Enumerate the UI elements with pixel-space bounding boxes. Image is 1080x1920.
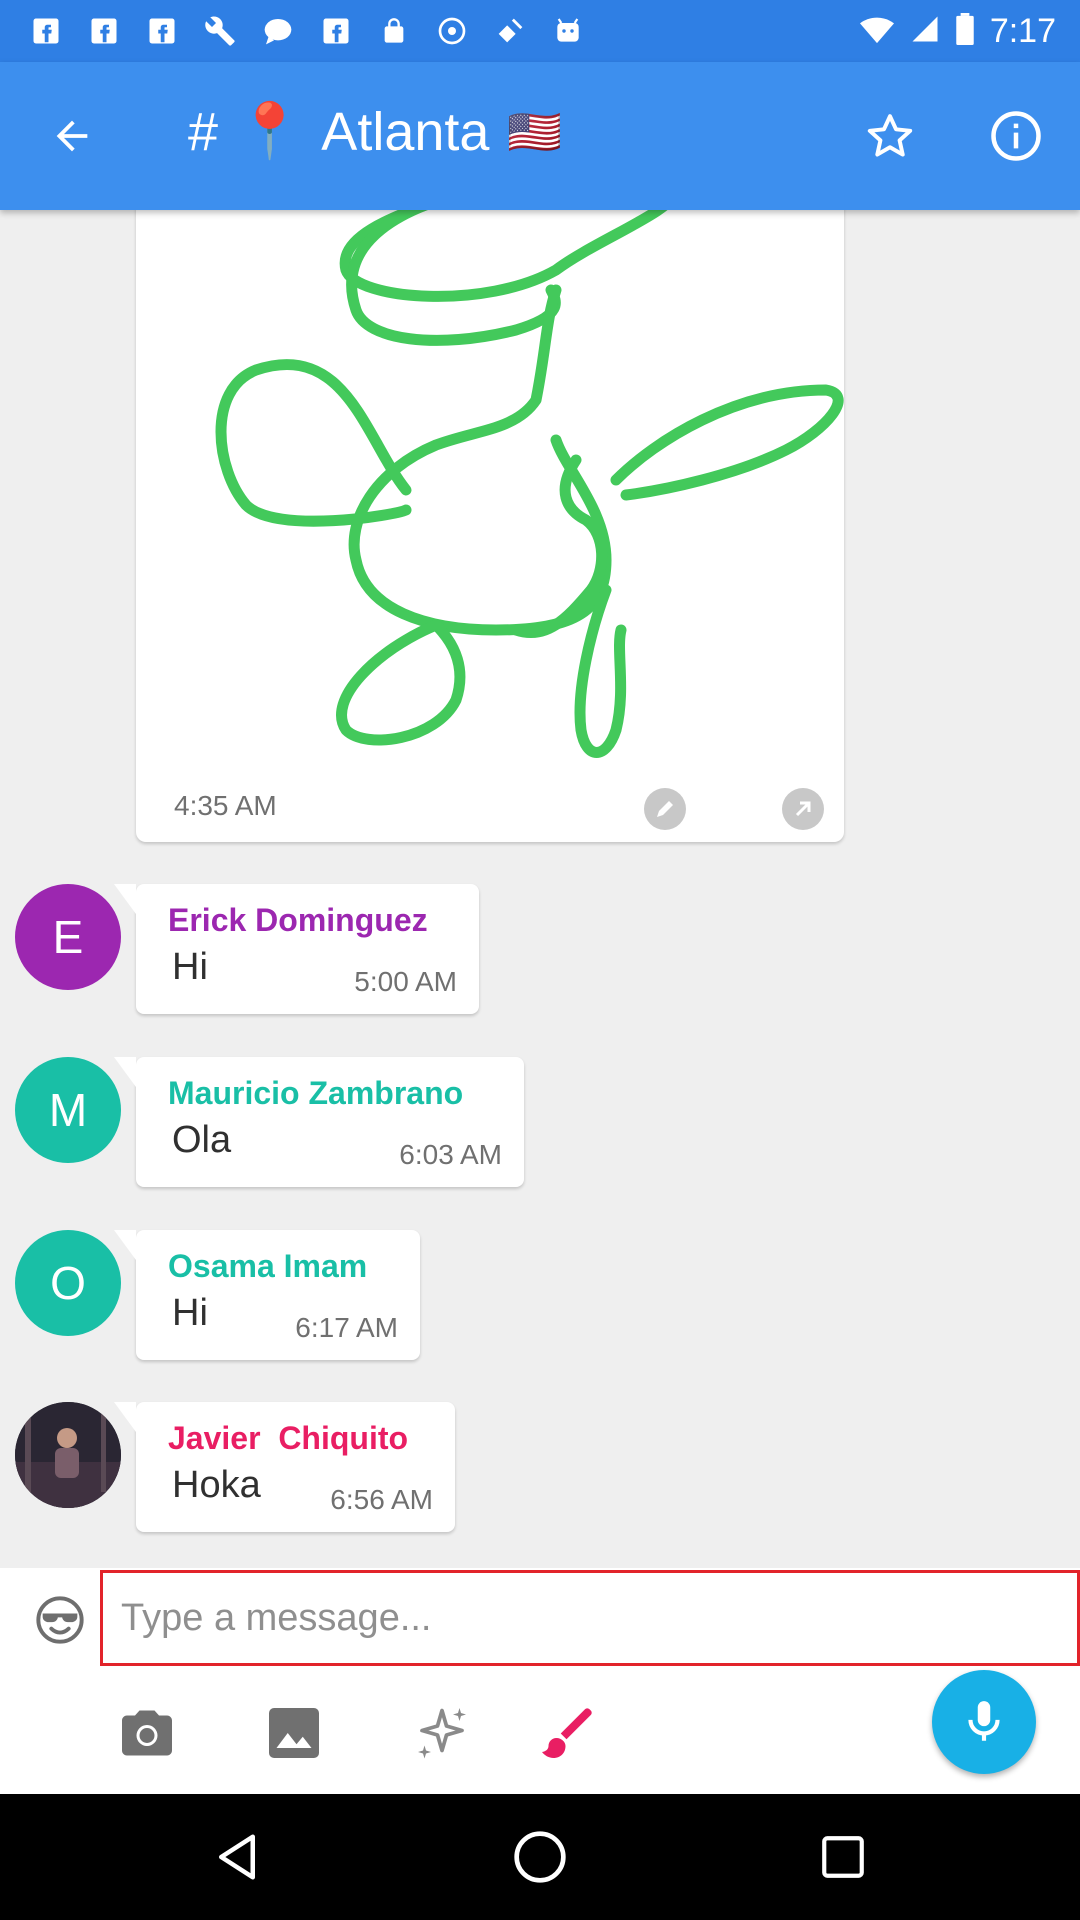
avatar-letter: M <box>48 1084 88 1136</box>
message-text: Hoka <box>172 1464 261 1506</box>
camera-icon <box>122 1710 172 1756</box>
back-button[interactable] <box>42 106 102 166</box>
wifi-icon <box>859 14 894 49</box>
fake-gps-icon <box>492 13 528 49</box>
facebook-icon <box>318 13 354 49</box>
arrow-up-right-icon <box>795 801 811 817</box>
sender-name: Erick Dominguez <box>168 902 428 938</box>
gallery-button[interactable] <box>262 1701 326 1765</box>
microphone-icon <box>968 1701 1000 1741</box>
avatar-letter: O <box>50 1257 86 1309</box>
draw-button[interactable] <box>535 1701 599 1765</box>
person-photo <box>15 1402 121 1508</box>
message-time: 6:03 AM <box>399 1139 502 1170</box>
lock-icon <box>376 13 412 49</box>
status-bar: 7:17 <box>0 0 1080 62</box>
arrow-back-icon <box>56 120 88 152</box>
wrench-icon <box>202 13 238 49</box>
camera-button[interactable] <box>115 1701 179 1765</box>
smiley-sunglasses-icon <box>36 1596 84 1644</box>
info-button[interactable] <box>986 106 1046 166</box>
pencil-icon <box>657 801 673 817</box>
message-bubble[interactable]: Javier Chiquito Hoka 6:56 AM <box>114 1402 455 1532</box>
triangle-back-icon <box>219 1834 255 1880</box>
message-bubble[interactable]: Mauricio Zambrano Ola 6:03 AM <box>114 1057 524 1187</box>
edit-drawing-button[interactable] <box>644 788 686 830</box>
circle-home-icon <box>514 1831 566 1883</box>
facebook-icon <box>28 13 64 49</box>
avatar-letter: E <box>52 911 84 963</box>
share-drawing-button[interactable] <box>782 788 824 830</box>
square-recents-icon <box>822 1836 864 1878</box>
message-time: 6:17 AM <box>295 1312 398 1343</box>
message-input[interactable] <box>100 1570 1080 1666</box>
message-time: 4:35 AM <box>174 790 277 821</box>
sender-name: Mauricio Zambrano <box>168 1075 464 1111</box>
message-time: 5:00 AM <box>354 966 457 997</box>
message-bubble[interactable]: Erick Dominguez Hi 5:00 AM <box>114 884 479 1014</box>
message-bubble[interactable]: Osama Imam Hi 6:17 AM <box>114 1230 420 1360</box>
nav-recents-button[interactable] <box>810 1824 876 1890</box>
channel-name: Atlanta <box>321 101 490 162</box>
emoji-button[interactable] <box>34 1594 86 1646</box>
notification-icons <box>0 13 860 49</box>
message-time: 6:56 AM <box>330 1484 433 1515</box>
signal-icon <box>910 14 940 49</box>
avatar[interactable]: E <box>15 884 121 990</box>
effects-button[interactable] <box>410 1701 474 1765</box>
chat-bubble-icon <box>260 13 296 49</box>
status-time: 7:17 <box>989 11 1056 50</box>
page-title: # 📍 Atlanta 🇺🇸 <box>188 100 562 163</box>
android-icon <box>550 13 586 49</box>
nav-home-button[interactable] <box>507 1824 573 1890</box>
avatar-photo[interactable] <box>15 1402 121 1508</box>
message-text: Ola <box>172 1119 232 1161</box>
favorite-button[interactable] <box>860 106 920 166</box>
drawing-message-card[interactable]: 4:35 AM <box>136 190 844 842</box>
nav-back-button[interactable] <box>204 1824 270 1890</box>
battery-icon <box>956 12 974 50</box>
flag-emoji: 🇺🇸 <box>507 107 563 157</box>
drawing-image <box>215 190 844 758</box>
sparkle-icon <box>418 1708 466 1759</box>
facebook-icon <box>86 13 122 49</box>
avatar[interactable]: M <box>15 1057 121 1163</box>
system-navigation-bar <box>0 1794 1080 1920</box>
sync-icon <box>434 13 470 49</box>
facebook-icon <box>144 13 180 49</box>
message-text: Hi <box>172 946 208 988</box>
message-text: Hi <box>172 1292 208 1334</box>
pin-emoji: 📍 <box>236 101 304 161</box>
star-outline-icon <box>867 114 913 157</box>
voice-record-button[interactable] <box>932 1670 1036 1774</box>
message-composer <box>0 1568 1080 1794</box>
image-icon <box>269 1708 319 1758</box>
brush-icon <box>542 1708 592 1758</box>
app-bar: # 📍 Atlanta 🇺🇸 <box>0 62 1080 210</box>
channel-hash: # <box>188 101 219 162</box>
avatar[interactable]: O <box>15 1230 121 1336</box>
sender-name: Javier Chiquito <box>168 1420 409 1456</box>
sender-name: Osama Imam <box>168 1248 368 1284</box>
info-icon <box>991 111 1041 161</box>
